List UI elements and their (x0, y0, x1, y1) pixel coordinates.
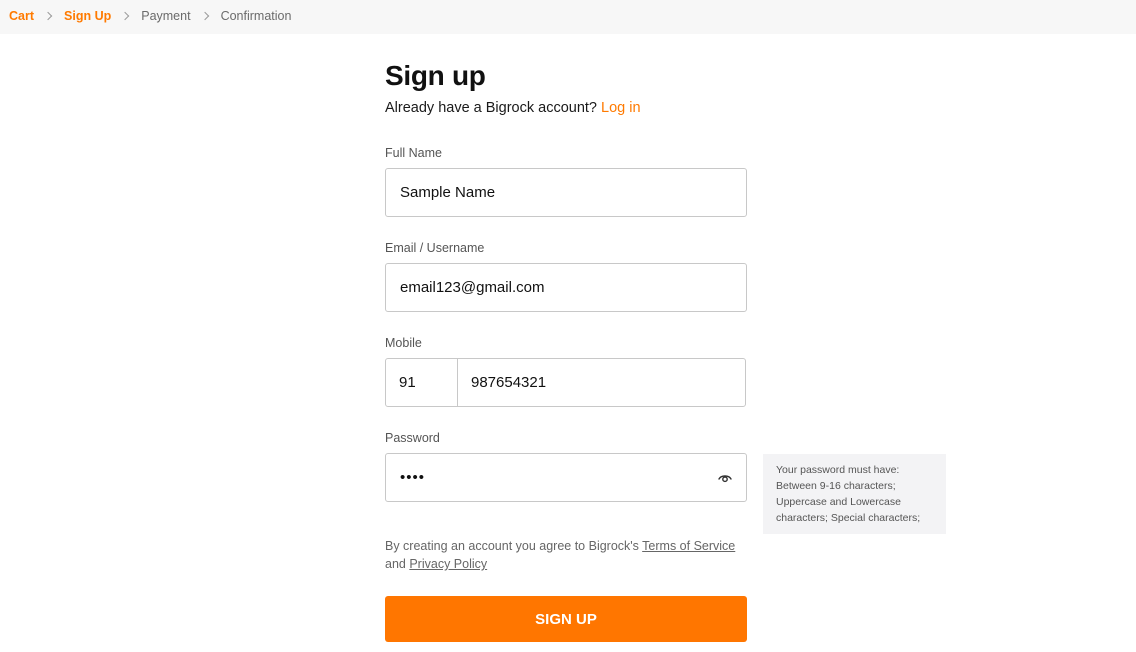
chevron-right-icon (120, 11, 130, 21)
terms-prefix: By creating an account you agree to Bigr… (385, 539, 639, 553)
password-field-wrap (385, 453, 747, 502)
mobile-field-wrap (385, 358, 746, 407)
page-title: Sign up (385, 60, 486, 91)
password-input[interactable] (386, 454, 746, 501)
password-hint: Your password must have: Between 9-16 ch… (763, 454, 946, 534)
password-hint-line: Your password must have: (776, 464, 900, 476)
country-code-input[interactable] (386, 359, 457, 406)
top-bar: Cart Sign Up Payment Confirmation (0, 0, 1136, 34)
breadcrumb-cart[interactable]: Cart (9, 9, 34, 23)
email-input[interactable] (386, 264, 746, 311)
country-code-wrap (386, 359, 458, 406)
breadcrumb-payment: Payment (141, 9, 191, 23)
terms-notice: By creating an account you agree to Bigr… (385, 537, 755, 573)
login-prompt: Already have a Bigrock account? Log in (385, 100, 641, 116)
password-hint-line: Between 9-16 characters; (776, 480, 896, 492)
chevron-right-icon (43, 11, 53, 21)
phone-number-input[interactable] (458, 359, 745, 406)
login-prompt-text: Already have a Bigrock account? (385, 100, 597, 116)
eye-icon[interactable] (718, 471, 732, 485)
password-hint-line: characters; Special characters; (776, 512, 921, 524)
email-field-wrap (385, 263, 747, 312)
login-link[interactable]: Log in (601, 100, 641, 116)
password-label: Password (385, 431, 440, 445)
mobile-label: Mobile (385, 336, 422, 350)
privacy-policy-link[interactable]: Privacy Policy (409, 557, 487, 571)
full-name-label: Full Name (385, 146, 442, 160)
breadcrumb-confirmation: Confirmation (220, 9, 292, 23)
terms-of-service-link[interactable]: Terms of Service (642, 539, 735, 553)
phone-wrap (458, 359, 745, 406)
full-name-field-wrap (385, 168, 747, 217)
terms-conjunction: and (385, 557, 406, 571)
sign-up-button[interactable]: SIGN UP (385, 596, 747, 642)
chevron-right-icon (200, 11, 209, 21)
full-name-input[interactable] (386, 169, 746, 216)
password-hint-line: Uppercase and Lowercase (776, 496, 901, 508)
breadcrumb: Cart Sign Up Payment Confirmation (9, 9, 291, 23)
breadcrumb-sign-up: Sign Up (64, 9, 112, 23)
email-label: Email / Username (385, 241, 485, 255)
